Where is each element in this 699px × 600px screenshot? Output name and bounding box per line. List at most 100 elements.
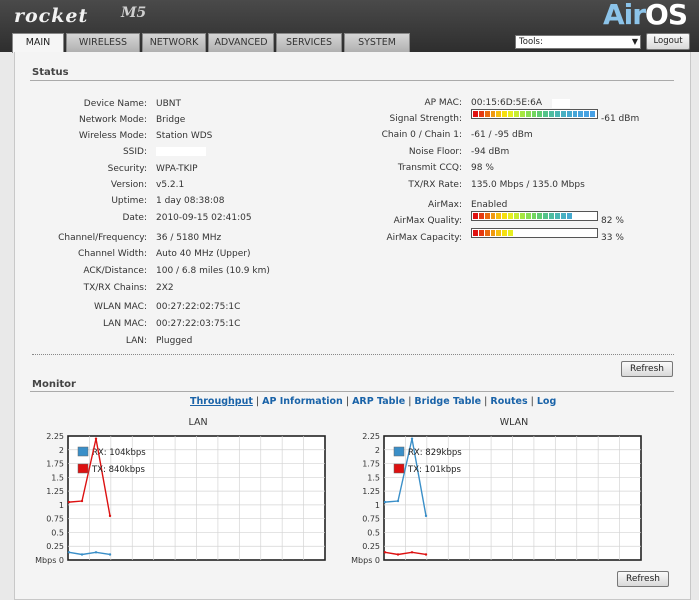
legend-label: TX: 101kbps	[407, 465, 462, 475]
link-arp-table[interactable]: ARP Table	[352, 396, 405, 407]
status-value: Bridge	[156, 115, 186, 125]
meter-segment	[531, 111, 537, 117]
rocket-logo: rocket	[14, 5, 89, 27]
meter-segment	[502, 111, 508, 117]
series-point	[424, 553, 428, 556]
meter-segment	[537, 213, 543, 219]
series-point	[396, 499, 400, 503]
meter-segment	[502, 230, 508, 236]
series-point	[410, 437, 414, 440]
status-label: Chain 0 / Chain 1:	[381, 130, 462, 140]
legend-swatch	[393, 446, 405, 457]
meter-segment	[496, 111, 502, 117]
legend-swatch	[77, 463, 89, 474]
status-label: Version:	[110, 180, 147, 190]
meter-segment	[555, 213, 560, 219]
y-tick-label: 0.25	[362, 542, 380, 551]
status-bottom-divider	[32, 354, 674, 355]
status-value: WPA-TKIP	[156, 164, 198, 174]
airmax-quality-meter	[471, 211, 598, 221]
status-value: Auto 40 MHz (Upper)	[156, 249, 251, 259]
status-label: Signal Strength:	[389, 114, 462, 124]
status-value	[156, 147, 206, 157]
y-tick-label: 2	[59, 446, 64, 455]
tab-main[interactable]: MAIN	[12, 33, 64, 53]
status-label: Security:	[107, 164, 147, 174]
status-value: 135.0 Mbps / 135.0 Mbps	[471, 180, 585, 190]
meter-segment	[490, 111, 496, 117]
status-label: Network Mode:	[79, 115, 147, 125]
tab-system[interactable]: SYSTEM	[344, 33, 410, 52]
status-value: 1 day 08:38:08	[156, 196, 225, 206]
airmax-capacity-meter	[471, 228, 598, 238]
legend-swatch	[77, 446, 89, 457]
meter-segment	[496, 230, 502, 236]
meter-segment	[525, 111, 531, 117]
link-throughput[interactable]: Throughput	[190, 396, 253, 407]
meter-segment	[531, 230, 537, 236]
meter-segment	[543, 111, 549, 117]
monitor-refresh-button[interactable]: Refresh	[617, 571, 669, 587]
status-label: WLAN MAC:	[94, 302, 147, 312]
y-tick-label: 0.25	[46, 542, 64, 551]
tab-wireless[interactable]: WIRELESS	[66, 33, 140, 52]
meter-segment	[543, 213, 549, 219]
meter-segment	[584, 230, 590, 236]
link-ap-information[interactable]: AP Information	[262, 396, 343, 407]
wlan-throughput-chart: Mbps 0 0.25 0.5 0.75 1 1.25 1.5 1.75 2 2.25 RX: 82…	[351, 432, 642, 565]
tab-network[interactable]: NETWORK	[142, 33, 206, 52]
series-point	[94, 551, 98, 554]
legend-label: TX: 840kbps	[91, 465, 146, 475]
monitor-links: Throughput | AP Information | ARP Table …	[190, 396, 557, 407]
meter-segment	[578, 230, 584, 236]
link-bridge-table[interactable]: Bridge Table	[414, 396, 481, 407]
series-point	[383, 500, 387, 504]
status-label: AP MAC:	[424, 98, 462, 108]
series-point	[108, 514, 112, 518]
tab-advanced[interactable]: ADVANCED	[208, 33, 274, 52]
meter-segment	[514, 111, 519, 117]
tools-select[interactable]: Tools: ▼	[515, 35, 641, 49]
link-log[interactable]: Log	[537, 396, 556, 407]
tab-services[interactable]: SERVICES	[276, 33, 342, 52]
status-label: SSID:	[122, 147, 147, 157]
status-value: 100 / 6.8 miles (10.9 km)	[156, 266, 270, 276]
status-label: Date:	[122, 213, 147, 223]
meter-segment	[473, 213, 478, 219]
status-label: AirMax Capacity:	[386, 233, 462, 243]
logout-button[interactable]: Logout	[646, 33, 690, 50]
meter-segment	[578, 213, 584, 219]
meter-segment	[560, 111, 566, 117]
meter-segment	[566, 111, 572, 117]
status-value: Station WDS	[156, 131, 213, 141]
legend-label: RX: 104kbps	[92, 448, 146, 458]
y-tick-label: 1.25	[362, 487, 380, 496]
status-refresh-button[interactable]: Refresh	[621, 361, 673, 377]
y-tick-label: 1.5	[51, 473, 64, 482]
lan-throughput-chart: Mbps 0 0.25 0.5 0.75 1 1.25 1.5 1.75 2 2.25 RX: 10…	[35, 432, 326, 565]
y-tick-label: 0.75	[46, 515, 64, 524]
y-tick-label: Mbps 0	[351, 556, 380, 565]
status-value: 36 / 5180 MHz	[156, 233, 222, 243]
meter-segment	[531, 213, 537, 219]
meter-segment	[478, 111, 484, 117]
meter-segment	[525, 213, 531, 219]
meter-segment	[590, 213, 596, 219]
link-routes[interactable]: Routes	[490, 396, 527, 407]
status-label: LAN:	[125, 336, 147, 346]
status-label: Noise Floor:	[408, 147, 462, 157]
legend-label: RX: 829kbps	[408, 448, 462, 458]
status-value: -61 dBm	[601, 114, 640, 124]
meter-segment	[584, 111, 590, 117]
series-point	[80, 553, 84, 556]
monitor-divider	[30, 391, 674, 392]
wlan-chart-title: WLAN	[499, 417, 529, 428]
status-title: Status	[32, 67, 69, 78]
meter-segment	[578, 111, 584, 117]
meter-segment	[473, 230, 478, 236]
meter-segment	[490, 213, 496, 219]
status-value: v5.2.1	[156, 180, 185, 190]
meter-segment	[508, 213, 514, 219]
meter-segment	[525, 230, 531, 236]
status-value: 98 %	[471, 163, 494, 173]
